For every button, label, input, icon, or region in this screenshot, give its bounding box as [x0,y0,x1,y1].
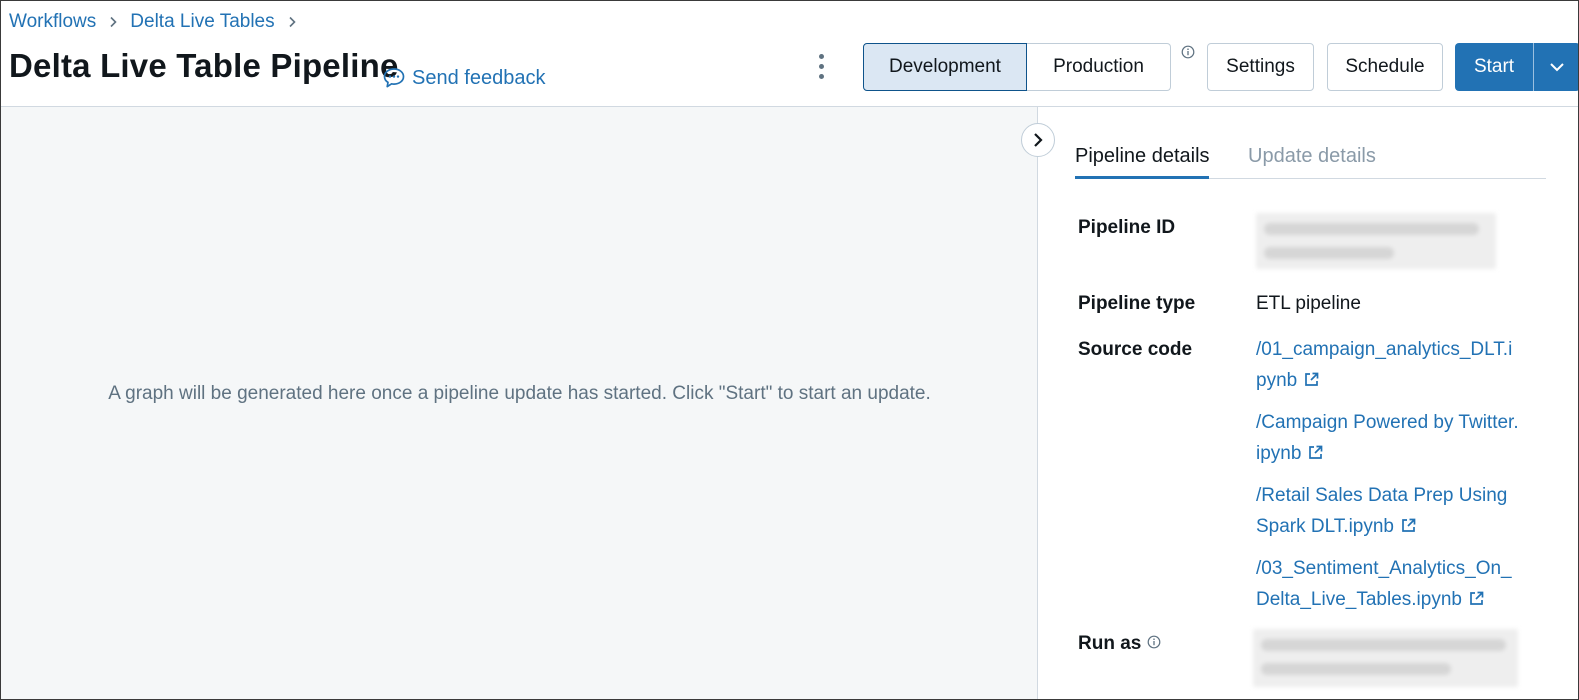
breadcrumb-delta-live-tables-link[interactable]: Delta Live Tables [130,11,274,33]
pipeline-id-redacted [1256,213,1496,269]
source-file-name: /Retail Sales Data Prep Using Spark DLT.… [1256,485,1508,537]
source-file-link[interactable]: /Campaign Powered by Twitter.ipynb [1256,407,1521,469]
source-file-link[interactable]: /Retail Sales Data Prep Using Spark DLT.… [1256,480,1521,542]
run-as-field: Run as [1078,633,1161,655]
external-link-icon [1470,591,1484,605]
run-as-label: Run as [1078,633,1142,654]
pipeline-id-label: Pipeline ID [1078,217,1176,238]
chevron-down-icon [1550,63,1564,72]
start-button[interactable]: Start [1455,43,1533,91]
pipeline-page: Workflows Delta Live Tables Delta Live T… [0,0,1579,700]
source-file-name: /01_campaign_analytics_DLT.ipynb [1256,339,1513,391]
info-icon[interactable] [1147,635,1161,649]
pipeline-mode-toggle: Development Production [863,43,1171,91]
pipeline-type-label: Pipeline type [1078,293,1196,314]
breadcrumb-workflows-link[interactable]: Workflows [9,11,96,33]
page-title: Delta Live Table Pipeline [9,47,399,84]
external-link-icon [1402,518,1416,532]
graph-empty-message: A graph will be generated here once a pi… [108,383,931,404]
external-link-icon [1309,445,1323,459]
external-link-icon [1305,372,1319,386]
schedule-button[interactable]: Schedule [1327,43,1443,91]
tab-pipeline-details[interactable]: Pipeline details [1075,145,1210,168]
start-split-button: Start [1455,43,1578,91]
panel-toggle-button[interactable] [1021,123,1055,157]
active-tab-indicator [1075,176,1209,179]
settings-button[interactable]: Settings [1207,43,1314,91]
start-options-button[interactable] [1533,43,1578,91]
chevron-right-icon [108,16,118,28]
kebab-menu-icon[interactable] [809,51,833,81]
development-mode-button[interactable]: Development [863,43,1027,91]
chevron-right-icon [287,16,297,28]
run-as-redacted [1253,629,1518,687]
source-file-link[interactable]: /01_campaign_analytics_DLT.ipynb [1256,334,1521,396]
production-mode-button[interactable]: Production [1027,43,1171,91]
chevron-right-icon [1034,133,1043,147]
tab-update-details[interactable]: Update details [1248,145,1376,168]
breadcrumb: Workflows Delta Live Tables [9,11,309,33]
details-tabs: Pipeline details Update details [1075,135,1546,179]
source-code-label: Source code [1078,339,1193,360]
pipeline-type-value: ETL pipeline [1256,293,1361,314]
info-icon[interactable] [1181,45,1195,59]
send-feedback-label: Send feedback [412,66,546,89]
source-file-link[interactable]: /03_Sentiment_Analytics_On_Delta_Live_Ta… [1256,553,1521,615]
source-file-name: /Campaign Powered by Twitter.ipynb [1256,412,1519,464]
send-feedback-link[interactable]: Send feedback [382,66,545,90]
pipeline-graph-canvas[interactable]: A graph will be generated here once a pi… [1,107,1038,699]
chat-bubble-icon [383,68,405,88]
